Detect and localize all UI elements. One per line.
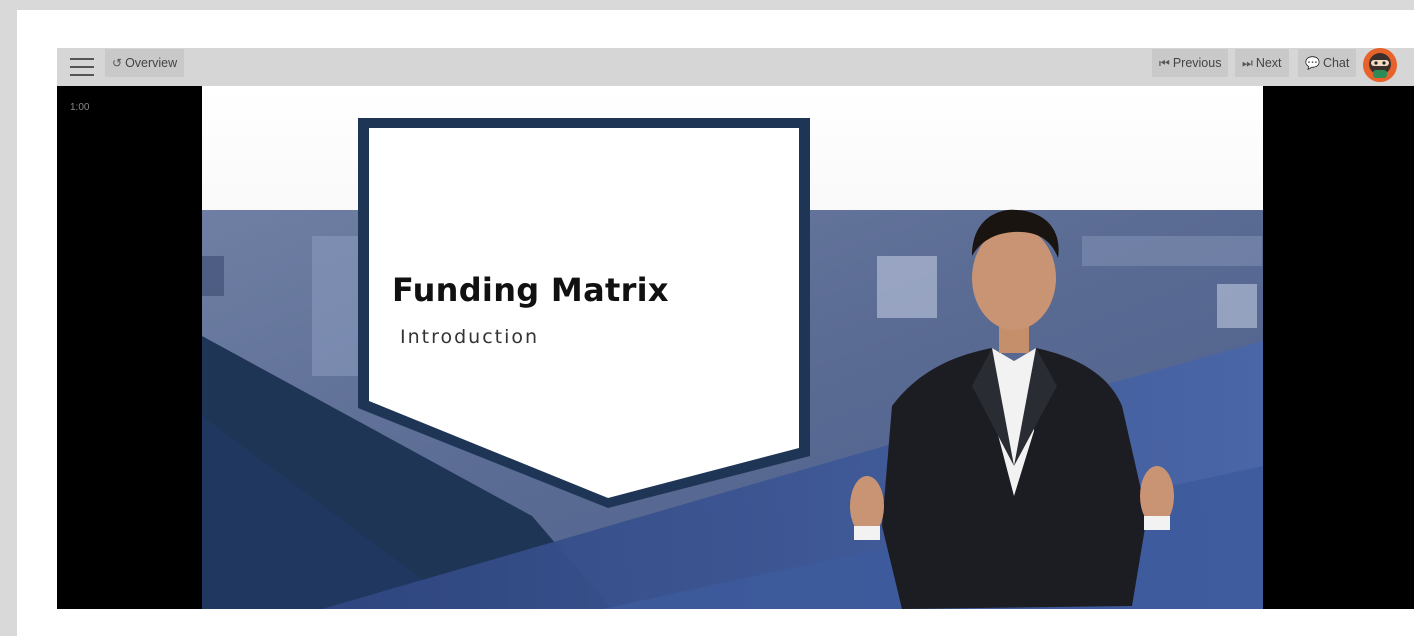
ninja-avatar-icon[interactable]	[1363, 48, 1397, 82]
top-toolbar: ↺ Overview ⏮ Previous ⏭ Next 💬 Chat	[57, 48, 1414, 86]
next-button[interactable]: ⏭ Next	[1235, 49, 1289, 77]
undo-icon: ↺	[112, 56, 123, 70]
skip-back-icon: ⏮	[1159, 56, 1170, 70]
chat-button[interactable]: 💬 Chat	[1298, 49, 1357, 77]
previous-label: Previous	[1172, 56, 1222, 70]
next-label: Next	[1255, 56, 1282, 70]
slide-frame: Funding Matrix Introduction	[202, 86, 1263, 609]
previous-button[interactable]: ⏮ Previous	[1152, 49, 1229, 77]
chat-bubbles-icon: 💬	[1305, 56, 1320, 70]
video-player[interactable]: 1:00 Funding Matrix Introduction	[57, 86, 1414, 609]
overview-button[interactable]: ↺ Overview	[105, 49, 185, 77]
skip-forward-icon: ⏭	[1242, 56, 1253, 70]
chat-label: Chat	[1322, 56, 1350, 70]
hamburger-menu-icon[interactable]	[67, 53, 95, 81]
timer-label: 1:00	[70, 102, 90, 113]
overview-label: Overview	[125, 56, 178, 70]
presenter-figure	[850, 209, 1174, 609]
